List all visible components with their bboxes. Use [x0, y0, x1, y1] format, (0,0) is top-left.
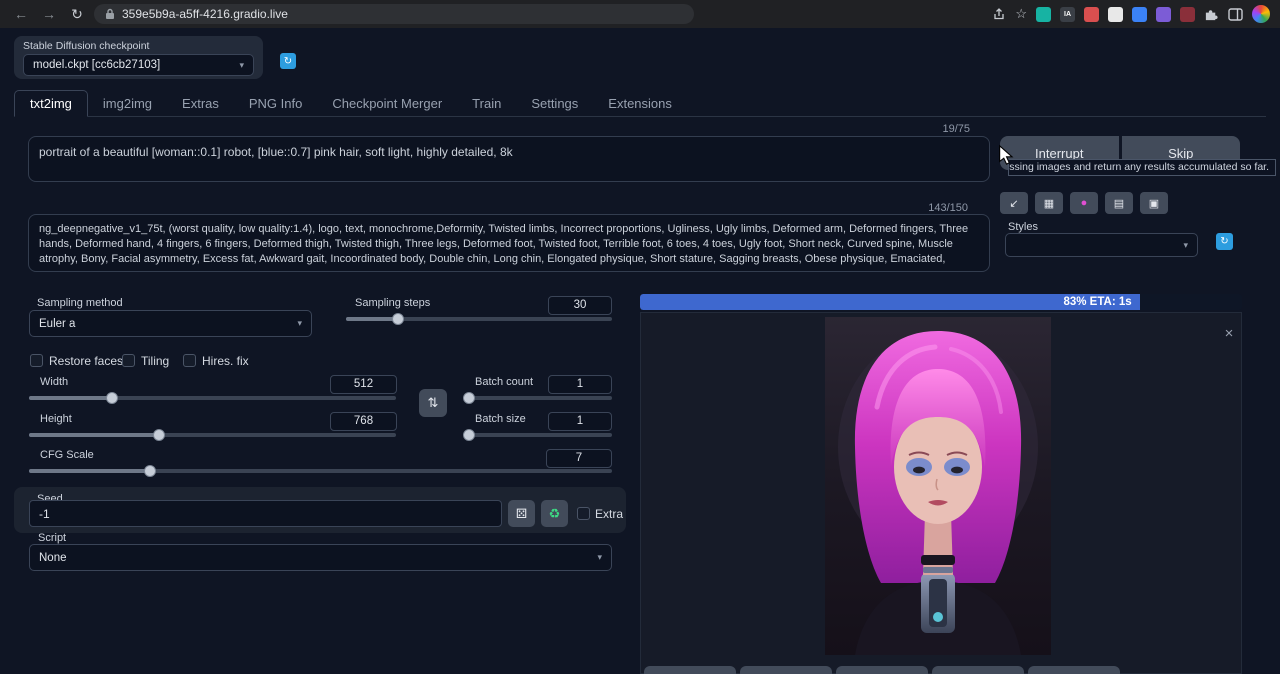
sampling-method-label: Sampling method	[37, 297, 123, 309]
tiling-label: Tiling	[141, 354, 169, 368]
sampling-method-dropdown[interactable]: Euler a ▾	[29, 310, 312, 337]
read-params-button[interactable]: ↙	[1000, 192, 1028, 214]
tab-img2img[interactable]: img2img	[88, 91, 167, 116]
width-value[interactable]	[330, 375, 397, 394]
screen: ← → ↻ 359e5b9a-a5ff-4216.gradio.live ☆ I…	[0, 0, 1280, 674]
browser-icons: ☆ IA	[992, 5, 1270, 23]
swap-dimensions-button[interactable]: ⇅	[419, 389, 447, 417]
generated-image	[825, 317, 1051, 655]
tiling-checkbox[interactable]	[122, 354, 135, 367]
sampling-steps-label: Sampling steps	[355, 297, 430, 309]
output-button-3[interactable]	[836, 666, 928, 674]
prompt-tools: ↙ ▦ ● ▤ ▣	[1000, 192, 1168, 214]
batch-size-label: Batch size	[475, 413, 526, 425]
checkpoint-dropdown[interactable]: model.ckpt [cc6cb27103] ▾	[23, 54, 254, 76]
sampling-steps-value[interactable]	[548, 296, 612, 315]
checkpoint-value: model.ckpt [cc6cb27103]	[33, 59, 160, 71]
height-label: Height	[40, 413, 72, 425]
batch-count-value[interactable]	[548, 375, 612, 394]
chevron-down-icon: ▾	[1183, 240, 1188, 251]
output-button-4[interactable]	[932, 666, 1024, 674]
batch-size-slider[interactable]	[469, 433, 612, 441]
chevron-down-icon: ▾	[239, 60, 244, 71]
tab-txt2img[interactable]: txt2img	[14, 90, 88, 117]
cfg-scale-value[interactable]	[546, 449, 612, 468]
progress-text: 83% ETA: 1s	[1063, 296, 1131, 308]
styles-refresh-button[interactable]: ↻	[1216, 233, 1233, 250]
extension-icon-ia[interactable]: IA	[1060, 7, 1075, 22]
restore-faces-label: Restore faces	[49, 354, 123, 368]
close-preview-button[interactable]: ×	[1220, 324, 1238, 342]
bookmark-star-icon[interactable]: ☆	[1015, 6, 1027, 22]
reuse-seed-button[interactable]: ♻	[541, 500, 568, 527]
script-label: Script	[38, 532, 66, 544]
seed-extra-label: Extra	[595, 507, 623, 521]
tab-checkpoint-merger[interactable]: Checkpoint Merger	[317, 91, 457, 116]
styles-label: Styles	[1008, 221, 1038, 233]
extension-icon-maroon[interactable]	[1180, 7, 1195, 22]
sampling-steps-slider[interactable]	[346, 317, 612, 325]
interrupt-tooltip: processing images and return any results…	[1008, 159, 1276, 176]
styles-dropdown[interactable]: ▾	[1005, 233, 1198, 257]
back-icon[interactable]: ←	[10, 3, 32, 25]
cfg-scale-slider[interactable]	[29, 469, 612, 477]
checkpoint-label: Stable Diffusion checkpoint	[23, 40, 254, 52]
tab-train[interactable]: Train	[457, 91, 516, 116]
width-slider[interactable]	[29, 396, 396, 404]
random-seed-button[interactable]: ⚄	[508, 500, 535, 527]
hires-fix-checkbox[interactable]	[183, 354, 196, 367]
script-dropdown[interactable]: None ▾	[29, 544, 612, 571]
chevron-down-icon: ▾	[297, 318, 302, 329]
progress-fill: 83% ETA: 1s	[640, 294, 1140, 310]
batch-count-slider[interactable]	[469, 396, 612, 404]
output-button-1[interactable]	[644, 666, 736, 674]
height-value[interactable]	[330, 412, 397, 431]
height-slider[interactable]	[29, 433, 396, 441]
side-panel-icon[interactable]	[1228, 8, 1243, 21]
width-label: Width	[40, 376, 68, 388]
seed-input[interactable]	[29, 500, 502, 527]
clear-prompt-button[interactable]: ▦	[1035, 192, 1063, 214]
tab-settings[interactable]: Settings	[516, 91, 593, 116]
batch-size-value[interactable]	[548, 412, 612, 431]
tab-extras[interactable]: Extras	[167, 91, 234, 116]
tab-png-info[interactable]: PNG Info	[234, 91, 317, 116]
chevron-down-icon: ▾	[597, 552, 602, 563]
address-bar[interactable]: 359e5b9a-a5ff-4216.gradio.live	[94, 4, 694, 24]
output-button-2[interactable]	[740, 666, 832, 674]
prompt-input[interactable]: portrait of a beautiful [woman::0.1] rob…	[28, 136, 990, 182]
extension-icon-blue[interactable]	[1132, 7, 1147, 22]
tab-extensions[interactable]: Extensions	[593, 91, 687, 116]
apply-styles-button[interactable]: ▤	[1105, 192, 1133, 214]
lock-icon	[105, 8, 115, 20]
share-icon[interactable]	[992, 7, 1006, 21]
seed-extra-checkbox[interactable]	[577, 507, 590, 520]
restore-faces-checkbox[interactable]	[30, 354, 43, 367]
output-button-5[interactable]	[1028, 666, 1120, 674]
cfg-scale-label: CFG Scale	[40, 449, 94, 461]
negative-prompt-input[interactable]: ng_deepnegative_v1_75t, (worst quality, …	[28, 214, 990, 272]
profile-avatar[interactable]	[1252, 5, 1270, 23]
puzzle-extensions-icon[interactable]	[1204, 7, 1219, 22]
prompt-token-counter: 19/75	[870, 123, 970, 135]
forward-icon[interactable]: →	[38, 3, 60, 25]
extension-icon-white[interactable]	[1108, 7, 1123, 22]
extra-networks-button[interactable]: ●	[1070, 192, 1098, 214]
mouse-cursor	[996, 144, 1018, 166]
checkpoint-refresh-button[interactable]: ↻	[280, 53, 296, 69]
save-style-button[interactable]: ▣	[1140, 192, 1168, 214]
extension-icon-red[interactable]	[1084, 7, 1099, 22]
browser-toolbar: ← → ↻ 359e5b9a-a5ff-4216.gradio.live ☆ I…	[0, 0, 1280, 28]
negative-token-counter: 143/150	[868, 202, 968, 214]
tab-bar: txt2img img2img Extras PNG Info Checkpoi…	[14, 90, 1266, 117]
reload-icon[interactable]: ↻	[66, 3, 88, 25]
url-text: 359e5b9a-a5ff-4216.gradio.live	[122, 7, 288, 21]
progress-bar: 83% ETA: 1s	[640, 294, 1242, 310]
checkpoint-panel: Stable Diffusion checkpoint model.ckpt […	[14, 36, 263, 79]
hires-fix-label: Hires. fix	[202, 354, 249, 368]
extension-icon-purple[interactable]	[1156, 7, 1171, 22]
batch-count-label: Batch count	[475, 376, 533, 388]
output-toolbar	[644, 666, 1120, 674]
extension-icon-teal[interactable]	[1036, 7, 1051, 22]
